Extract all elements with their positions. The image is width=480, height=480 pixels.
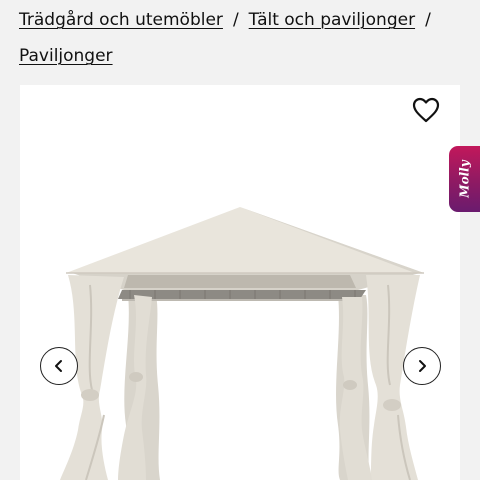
next-image-button[interactable] bbox=[403, 347, 441, 385]
breadcrumb-separator: / bbox=[232, 10, 239, 30]
product-image-gallery bbox=[20, 85, 460, 480]
product-image bbox=[60, 207, 424, 480]
chevron-right-icon bbox=[419, 360, 426, 372]
chat-assistant-label: Molly bbox=[457, 160, 472, 198]
chevron-left-icon bbox=[55, 360, 62, 372]
breadcrumb-link-tents[interactable]: Tält och paviljonger bbox=[249, 10, 415, 30]
breadcrumb: Trädgård och utemöbler / Tält och paviljon… bbox=[19, 2, 459, 74]
breadcrumb-link-garden[interactable]: Trädgård och utemöbler bbox=[19, 10, 223, 30]
chat-assistant-tab[interactable]: Molly bbox=[449, 146, 480, 212]
breadcrumb-separator: / bbox=[425, 10, 431, 30]
heart-icon[interactable] bbox=[412, 97, 440, 123]
previous-image-button[interactable] bbox=[40, 347, 78, 385]
breadcrumb-link-gazebos[interactable]: Paviljonger bbox=[19, 46, 113, 66]
